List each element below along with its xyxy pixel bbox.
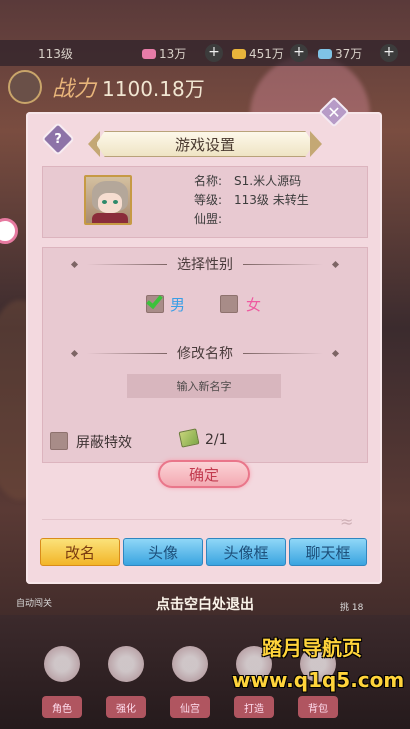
rename-section-header: 修改名称: [70, 344, 340, 362]
info-name-row: 名称: S1.米人源码: [194, 172, 301, 189]
menu-item-enhance[interactable]: 强化: [106, 696, 146, 718]
female-checkbox[interactable]: [220, 295, 238, 313]
add-resource-2-button[interactable]: +: [290, 44, 308, 62]
rename-header-text: 修改名称: [177, 346, 233, 362]
player-avatar[interactable]: [8, 70, 42, 104]
menu-item-palace[interactable]: 仙宫: [170, 696, 210, 718]
info-level-row: 等级: 113级 未转生: [194, 191, 309, 208]
rename-card-count: 2/1: [205, 432, 228, 448]
player-portrait: [84, 175, 132, 225]
hide-effects-checkbox[interactable]: [50, 432, 68, 450]
menu-icon[interactable]: [172, 646, 208, 682]
name-value: S1.米人源码: [234, 174, 302, 188]
menu-item-role[interactable]: 角色: [42, 696, 82, 718]
close-icon: ✕: [327, 102, 341, 122]
tab-rename[interactable]: 改名: [40, 538, 120, 566]
new-name-input[interactable]: [127, 374, 281, 398]
gender-header-text: 选择性别: [177, 257, 233, 273]
exit-hint[interactable]: 点击空白处退出: [0, 594, 410, 614]
ornament-line: [243, 263, 323, 265]
portrait-eye: [113, 200, 118, 204]
resource-2: 451万: [232, 45, 284, 62]
tab-avatar[interactable]: 头像: [123, 538, 203, 566]
resource-3: 37万: [318, 45, 362, 62]
ornament-line: [243, 352, 323, 354]
resource-1: 13万: [142, 45, 186, 62]
check-icon: [146, 291, 163, 310]
ornament-line: [87, 352, 167, 354]
dialog-title: 游戏设置: [96, 131, 314, 157]
gender-section-header: 选择性别: [70, 255, 340, 273]
side-menu-icon[interactable]: [0, 218, 18, 244]
name-key: 名称:: [194, 174, 223, 188]
ornament-dot: [331, 349, 340, 357]
top-resource-bar: 113级 13万 + 451万 + 37万 +: [0, 40, 410, 66]
gem-icon: [142, 48, 156, 59]
level-key: 等级:: [194, 193, 223, 207]
menu-item-bag[interactable]: 背包: [298, 696, 338, 718]
female-label[interactable]: 女: [246, 294, 261, 315]
question-icon: ?: [54, 131, 62, 147]
menu-item-forge[interactable]: 打造: [234, 696, 274, 718]
ornament-dot: [70, 349, 79, 357]
resource-1-value: 13万: [159, 47, 187, 61]
cloud-ornament-icon: ≈: [340, 512, 354, 531]
portrait-body: [92, 213, 128, 223]
hide-effects-label: 屏蔽特效: [76, 435, 132, 451]
bound-gold-icon: [318, 48, 332, 59]
dialog-divider: [42, 519, 342, 520]
resource-2-value: 451万: [249, 47, 284, 61]
tab-avatar-frame[interactable]: 头像框: [206, 538, 286, 566]
watermark-url: www.q1q5.com: [232, 668, 405, 692]
confirm-button[interactable]: 确定: [158, 460, 250, 488]
info-guild-row: 仙盟:: [194, 210, 234, 227]
male-checkbox[interactable]: [146, 291, 164, 313]
level-value: 113级 未转生: [234, 193, 309, 207]
ornament-dot: [331, 260, 340, 268]
player-level: 113级: [38, 47, 73, 61]
combat-power: 战力 1100.18万: [8, 70, 248, 104]
power-label: 战力: [52, 77, 97, 102]
ornament-line: [87, 263, 167, 265]
ornament-dot: [70, 260, 79, 268]
power-value: 1100.18万: [102, 76, 205, 101]
portrait-eye: [102, 200, 107, 204]
tab-chat-frame[interactable]: 聊天框: [289, 538, 367, 566]
male-label[interactable]: 男: [170, 294, 185, 315]
menu-icon[interactable]: [44, 646, 80, 682]
gold-ingot-icon: [232, 48, 246, 59]
guild-key: 仙盟:: [194, 212, 223, 226]
resource-3-value: 37万: [335, 47, 363, 61]
watermark-title: 踏月导航页: [262, 636, 362, 660]
menu-icon[interactable]: [108, 646, 144, 682]
add-resource-3-button[interactable]: +: [380, 44, 398, 62]
add-resource-1-button[interactable]: +: [205, 44, 223, 62]
